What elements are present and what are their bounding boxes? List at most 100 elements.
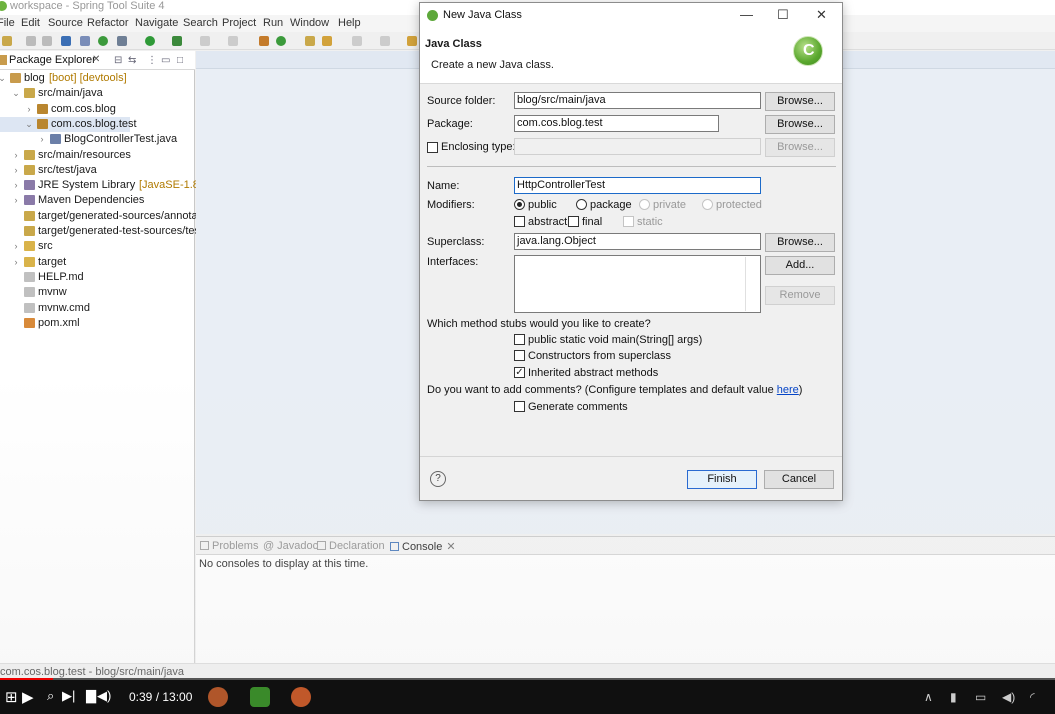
tab-problems[interactable]: Problems: [200, 540, 258, 552]
public-radio[interactable]: [514, 199, 525, 210]
tree-item[interactable]: › src: [0, 239, 195, 254]
package-radio[interactable]: [576, 199, 587, 210]
windows-start-icon[interactable]: ⊞: [5, 688, 18, 706]
menu-source[interactable]: Source: [48, 15, 83, 31]
enclosing-type-field[interactable]: [514, 138, 761, 155]
tree-item[interactable]: target/generated-sources/annotati: [0, 209, 203, 224]
constructors-checkbox[interactable]: [514, 350, 525, 361]
generate-comments-checkbox[interactable]: [514, 401, 525, 412]
dialog-titlebar[interactable]: New Java Class — ☐ ✕: [420, 3, 842, 28]
final-checkbox[interactable]: [568, 216, 579, 227]
menu-run[interactable]: Run: [263, 15, 283, 31]
configure-templates-link[interactable]: here: [777, 384, 799, 396]
next-video-icon[interactable]: ▶|: [62, 688, 75, 704]
eclipse-taskbar-icon[interactable]: [208, 687, 228, 707]
chevron-down-icon[interactable]: ⌄: [12, 86, 20, 100]
enclosing-browse-button[interactable]: Browse...: [765, 138, 835, 157]
cancel-button[interactable]: Cancel: [764, 470, 834, 489]
speaker-icon[interactable]: ◀): [1002, 690, 1015, 704]
menu-project[interactable]: Project: [222, 15, 256, 31]
chevron-right-icon[interactable]: ›: [38, 132, 46, 146]
superclass-field[interactable]: java.lang.Object: [514, 233, 761, 250]
chevron-right-icon[interactable]: ›: [12, 163, 20, 177]
save-icon[interactable]: [26, 36, 36, 46]
collapse-all-icon[interactable]: ⊟: [114, 55, 122, 66]
menu-window[interactable]: Window: [290, 15, 329, 31]
debug-icon[interactable]: [117, 36, 127, 46]
finish-button[interactable]: Finish: [687, 470, 757, 489]
tree-item[interactable]: ⌄ com.cos.blog.test: [0, 116, 137, 132]
private-radio[interactable]: [639, 199, 650, 210]
superclass-browse-button[interactable]: Browse...: [765, 233, 835, 252]
enclosing-type-checkbox[interactable]: [427, 142, 438, 153]
menu-refactor[interactable]: Refactor: [87, 15, 129, 31]
menu-search[interactable]: Search: [183, 15, 218, 31]
tree-item[interactable]: HELP.md: [0, 270, 195, 285]
tree-item[interactable]: › target: [0, 255, 195, 270]
play-icon[interactable]: ▶: [22, 688, 34, 706]
tree-item[interactable]: ⌄ blog [boot] [devtools]: [0, 71, 195, 86]
maximize-view-icon[interactable]: □: [177, 55, 183, 66]
tree-item[interactable]: › src/main/resources: [0, 148, 195, 163]
external-tools-icon[interactable]: [172, 36, 182, 46]
remove-interface-button[interactable]: Remove: [765, 286, 835, 305]
skip-breakpoints-icon[interactable]: [80, 36, 90, 46]
add-interface-button[interactable]: Add...: [765, 256, 835, 275]
tree-item[interactable]: › src/test/java: [0, 163, 195, 178]
chevron-right-icon[interactable]: ›: [12, 193, 20, 207]
tab-declaration[interactable]: Declaration: [317, 540, 385, 552]
minimize-icon[interactable]: —: [740, 7, 753, 22]
stop-icon[interactable]: [200, 36, 210, 46]
package-field[interactable]: com.cos.blog.test: [514, 115, 719, 132]
source-folder-field[interactable]: blog/src/main/java: [514, 92, 761, 109]
interfaces-scrollbar[interactable]: [745, 257, 746, 311]
tree-item[interactable]: › BlogControllerTest.java: [0, 132, 195, 147]
tray-chevron-icon[interactable]: ∧: [924, 690, 933, 704]
maximize-icon[interactable]: ☐: [777, 7, 789, 23]
open-type-icon[interactable]: [305, 36, 315, 46]
source-folder-browse-button[interactable]: Browse...: [765, 92, 835, 111]
file-explorer-icon[interactable]: ▇: [86, 688, 96, 704]
minimize-view-icon[interactable]: ▭: [161, 55, 170, 66]
chevron-right-icon[interactable]: ›: [25, 102, 33, 116]
usb-icon[interactable]: ▮: [950, 690, 957, 704]
menu-help[interactable]: Help: [338, 15, 361, 31]
close-view-icon[interactable]: ✕: [92, 54, 100, 65]
wifi-icon[interactable]: ◜: [1030, 690, 1035, 704]
new-icon[interactable]: [2, 36, 12, 46]
tree-item[interactable]: mvnw.cmd: [0, 301, 195, 316]
prev-annotation-icon[interactable]: [380, 36, 390, 46]
build-icon[interactable]: [228, 36, 238, 46]
link-editor-icon[interactable]: ⇆: [128, 55, 136, 66]
battery-icon[interactable]: ▭: [975, 690, 986, 704]
terminal-icon[interactable]: [61, 36, 71, 46]
chevron-right-icon[interactable]: ›: [12, 239, 20, 253]
interfaces-list[interactable]: [514, 255, 761, 313]
class-name-field[interactable]: HttpControllerTest: [514, 177, 761, 194]
close-icon[interactable]: ✕: [816, 7, 827, 23]
view-menu-icon[interactable]: ⋮: [147, 55, 157, 66]
new-package-icon[interactable]: [259, 36, 269, 46]
tree-item[interactable]: ⌄ src/main/java: [0, 86, 195, 101]
chevron-right-icon[interactable]: ›: [12, 255, 20, 269]
abstract-checkbox[interactable]: [514, 216, 525, 227]
new-class-icon[interactable]: [276, 36, 286, 46]
protected-radio[interactable]: [702, 199, 713, 210]
static-checkbox[interactable]: [623, 216, 634, 227]
tree-item[interactable]: › com.cos.blog: [0, 102, 195, 117]
main-method-checkbox[interactable]: [514, 334, 525, 345]
menu-edit[interactable]: Edit: [21, 15, 40, 31]
tree-item[interactable]: › JRE System Library [JavaSE-1.8]: [0, 178, 202, 193]
package-explorer-tab[interactable]: Package Explorer ✕ ⊟ ⇆ ⋮ ▭ □: [0, 51, 195, 70]
inherited-methods-checkbox[interactable]: ✓: [514, 367, 525, 378]
chevron-down-icon[interactable]: ⌄: [25, 117, 33, 131]
save-all-icon[interactable]: [42, 36, 52, 46]
menu-file[interactable]: File: [0, 15, 15, 31]
search-icon[interactable]: ⌕: [47, 688, 54, 704]
search-toolbar-icon[interactable]: [322, 36, 332, 46]
menu-navigate[interactable]: Navigate: [135, 15, 178, 31]
tab-console[interactable]: Console ✕: [390, 540, 456, 553]
volume-icon[interactable]: ◀): [97, 688, 111, 704]
package-browse-button[interactable]: Browse...: [765, 115, 835, 134]
chevron-down-icon[interactable]: ⌄: [0, 71, 6, 85]
